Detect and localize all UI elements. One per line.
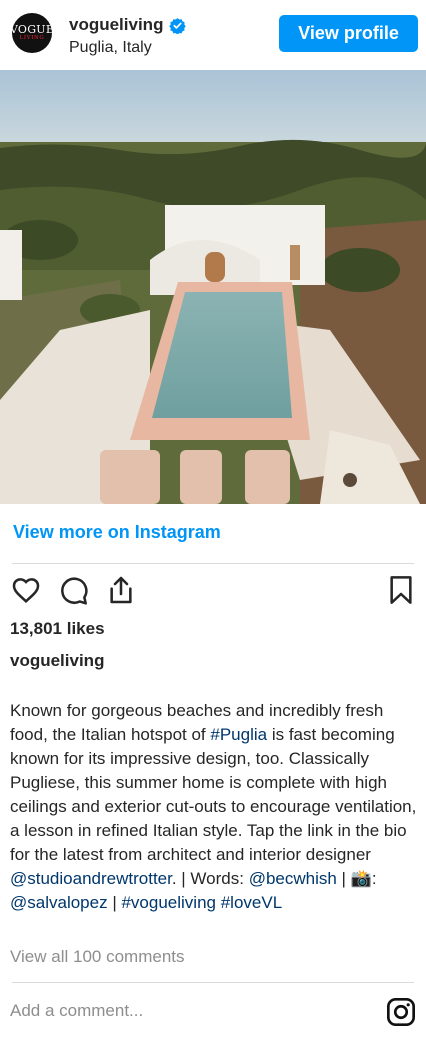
mention-link[interactable]: @studioandrewtrotter	[10, 869, 172, 888]
caption-text: is fast becoming known for its impressiv…	[10, 725, 417, 864]
location[interactable]: Puglia, Italy	[69, 39, 186, 57]
post-owner-username[interactable]: vogueliving	[10, 651, 104, 671]
caption-text: . | Words:	[171, 869, 249, 888]
post-photo[interactable]	[0, 70, 426, 504]
view-all-comments-link[interactable]: View all 100 comments	[10, 947, 185, 967]
post-header: VOGUE LIVING vogueliving Puglia, Italy V…	[0, 0, 426, 70]
hashtag-link[interactable]: #loveVL	[221, 893, 282, 912]
caption-text: |	[336, 869, 351, 888]
add-comment-input[interactable]	[10, 1001, 350, 1021]
save-button[interactable]	[383, 570, 419, 610]
comment-icon	[61, 577, 88, 605]
comment-button[interactable]	[55, 570, 91, 610]
like-button[interactable]	[8, 570, 44, 610]
camera-emoji-icon: 📸	[350, 869, 372, 888]
verified-badge-icon	[169, 17, 187, 34]
view-profile-button[interactable]: View profile	[279, 15, 418, 52]
divider	[12, 563, 414, 564]
instagram-logo-icon[interactable]	[385, 996, 417, 1028]
view-more-link[interactable]: View more on Instagram	[13, 522, 221, 543]
heart-icon	[12, 578, 40, 604]
hashtag-link[interactable]: #Puglia	[210, 725, 267, 744]
mention-link[interactable]: @salvalopez	[10, 893, 108, 912]
caption-text: :	[371, 869, 377, 888]
caption-text: |	[107, 893, 122, 912]
mention-link[interactable]: @becwhish	[249, 869, 337, 888]
likes-count[interactable]: 13,801 likes	[10, 619, 105, 639]
share-button[interactable]	[103, 570, 139, 610]
account-info: vogueliving Puglia, Italy	[69, 15, 187, 57]
hashtag-link[interactable]: #vogueliving	[121, 893, 216, 912]
divider	[12, 982, 414, 983]
username[interactable]: vogueliving	[69, 15, 163, 35]
avatar-logo-subtext: LIVING	[19, 35, 45, 42]
bookmark-icon	[390, 576, 412, 604]
share-icon	[110, 576, 132, 604]
avatar-logo-text: VOGUE	[12, 23, 52, 37]
action-bar	[0, 570, 426, 610]
avatar[interactable]: VOGUE LIVING	[12, 13, 52, 53]
post-caption: Known for gorgeous beaches and incredibl…	[10, 699, 420, 915]
